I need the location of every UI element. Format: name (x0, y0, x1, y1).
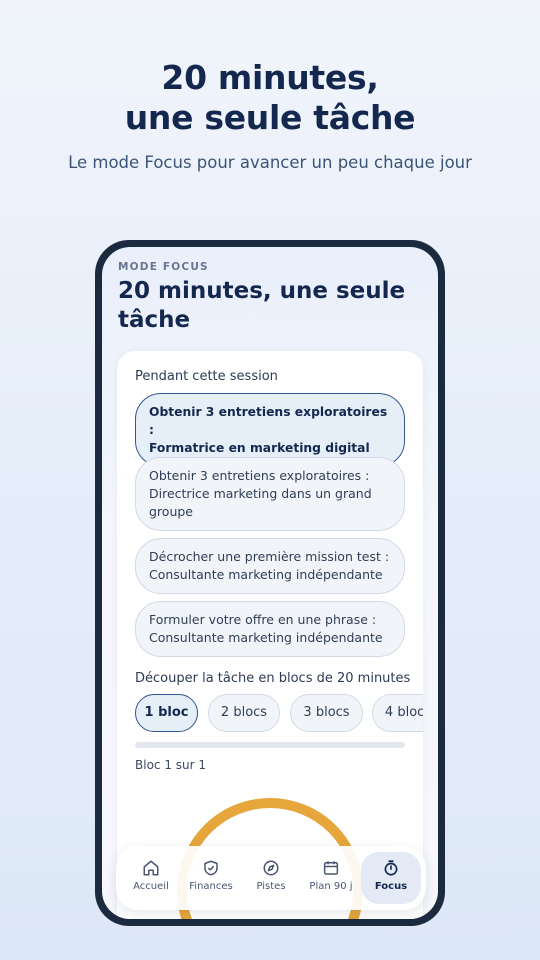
nav-label-plan-90: Plan 90 j (309, 881, 353, 892)
block-chip-1[interactable]: 1 bloc (135, 694, 198, 732)
task-option-1[interactable]: Obtenir 3 entretiens exploratoires : For… (135, 393, 405, 467)
task-3-line-2: Consultante marketing indépendante (149, 567, 383, 582)
nav-label-accueil: Accueil (133, 881, 169, 892)
hero-subtitle: Le mode Focus pour avancer un peu chaque… (68, 153, 472, 172)
task-option-4[interactable]: Formuler votre offre en une phrase : Con… (135, 601, 405, 657)
compass-icon (263, 860, 279, 876)
task-option-2[interactable]: Obtenir 3 entretiens exploratoires : Dir… (135, 457, 405, 531)
block-chip-3[interactable]: 3 blocs (290, 694, 363, 732)
bottom-nav: Accueil Finances Pistes Plan 90 j Focus (116, 846, 426, 910)
nav-label-finances: Finances (189, 881, 233, 892)
screen-title-line-2: tâche (118, 307, 191, 333)
phone-screen: MODE FOCUS 20 minutes, une seule tâche P… (102, 247, 438, 919)
task-4-line-2: Consultante marketing indépendante (149, 630, 383, 645)
nav-item-finances[interactable]: Finances (181, 852, 241, 904)
home-icon (143, 860, 159, 876)
focus-card: Pendant cette session Obtenir 3 entretie… (117, 351, 423, 919)
nav-item-focus[interactable]: Focus (361, 852, 421, 904)
task-3-line-1: Décrocher une première mission test : (149, 549, 390, 564)
task-1-line-1: Obtenir 3 entretiens exploratoires : (149, 405, 388, 437)
nav-item-accueil[interactable]: Accueil (121, 852, 181, 904)
task-1-line-2: Formatrice en marketing digital (149, 441, 370, 455)
hero-title-line-1: 20 minutes, (161, 58, 379, 97)
hero-title-line-2: une seule tâche (124, 98, 416, 137)
task-4-line-1: Formuler votre offre en une phrase : (149, 612, 377, 627)
blocks-label: Découper la tâche en blocs de 20 minutes (135, 671, 411, 686)
nav-label-focus: Focus (374, 881, 408, 892)
session-label: Pendant cette session (135, 369, 278, 384)
block-progress-bar (135, 742, 405, 748)
task-option-3[interactable]: Décrocher une première mission test : Co… (135, 538, 405, 594)
bloc-status: Bloc 1 sur 1 (135, 758, 207, 772)
task-2-line-3: groupe (149, 504, 193, 519)
task-2-line-2: Directrice marketing dans un grand (149, 486, 372, 501)
task-2-line-1: Obtenir 3 entretiens exploratoires : (149, 468, 370, 483)
hero-title: 20 minutes, une seule tâche (0, 58, 540, 138)
nav-item-pistes[interactable]: Pistes (241, 852, 301, 904)
nav-label-pistes: Pistes (256, 881, 286, 892)
mode-label: MODE FOCUS (118, 261, 209, 273)
screen-title-line-1: 20 minutes, une seule (118, 278, 406, 304)
shield-check-icon (204, 860, 218, 876)
screen-title: 20 minutes, une seule tâche (118, 277, 418, 335)
timer-icon (384, 860, 398, 876)
nav-item-plan-90[interactable]: Plan 90 j (301, 852, 361, 904)
phone-frame: MODE FOCUS 20 minutes, une seule tâche P… (95, 240, 445, 926)
calendar-icon (323, 861, 339, 875)
block-chip-4[interactable]: 4 blocs (372, 694, 423, 732)
block-chip-2[interactable]: 2 blocs (208, 694, 280, 732)
